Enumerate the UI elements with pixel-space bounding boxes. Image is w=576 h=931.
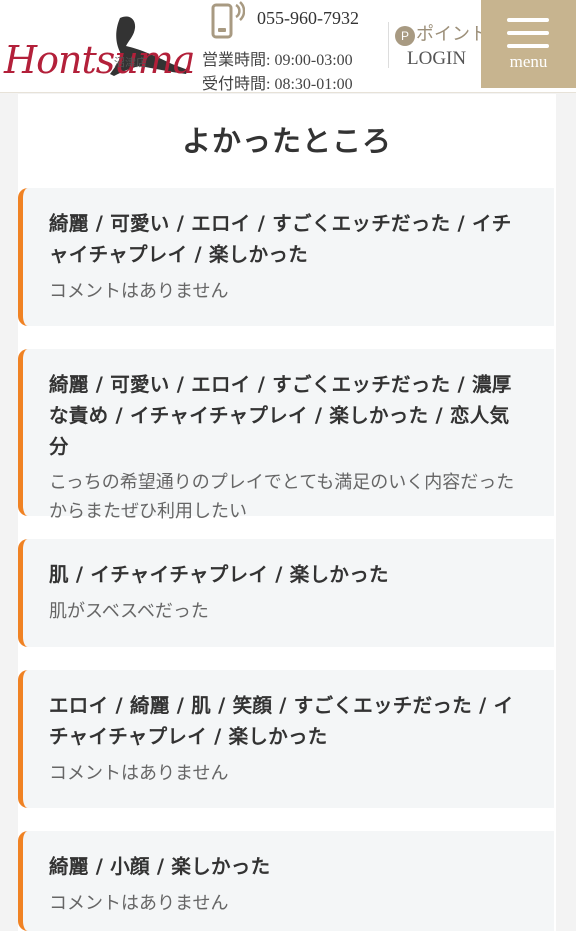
- review-comment: コメントはありません: [49, 763, 229, 784]
- login-button[interactable]: P ポイント LOGIN: [393, 20, 488, 74]
- hamburger-icon-bar: [507, 31, 549, 35]
- reception-hours: 受付時間: 08:30-01:00: [202, 76, 353, 93]
- site-header: Hontsuma 沼津店 055-960-7932 営業時間: 09:00-03…: [0, 0, 576, 93]
- logo-subtitle: 沼津店: [114, 56, 147, 69]
- review-comment: コメントはありません: [49, 893, 229, 914]
- review-card: エロイ / 綺麗 / 肌 / 笑顔 / すごくエッチだった / イチャイチャプレ…: [18, 670, 554, 808]
- review-tags: 綺麗 / 可愛い / エロイ / すごくエッチだった / イチャイチャプレイ /…: [49, 212, 512, 266]
- review-tags: 綺麗 / 可愛い / エロイ / すごくエッチだった / 濃厚な責め / イチャ…: [49, 373, 512, 458]
- menu-button[interactable]: menu: [481, 0, 576, 88]
- review-card: 綺麗 / 可愛い / エロイ / すごくエッチだった / 濃厚な責め / イチャ…: [18, 349, 554, 522]
- hamburger-icon: [507, 18, 549, 22]
- phone-icon[interactable]: [211, 1, 245, 39]
- review-comment: コメントはありません: [49, 281, 229, 302]
- point-icon: P: [395, 25, 415, 46]
- point-text: ポイント: [416, 24, 488, 44]
- review-card: 綺麗 / 小顔 / 楽しかった コメントはありません: [18, 831, 554, 931]
- phone-number[interactable]: 055-960-7932: [257, 8, 359, 29]
- logo-text: Hontsuma: [4, 38, 195, 82]
- review-tags: エロイ / 綺麗 / 肌 / 笑顔 / すごくエッチだった / イチャイチャプレ…: [49, 694, 514, 748]
- header-divider: [388, 22, 389, 68]
- point-label: P ポイント: [395, 20, 488, 46]
- review-comment: 肌がスベスベだった: [49, 601, 209, 622]
- review-tags: 綺麗 / 小顔 / 楽しかった: [49, 855, 271, 878]
- hamburger-icon-bar: [507, 44, 549, 48]
- review-comment: こっちの希望通りのプレイでとても満足のいく内容だったからまたぜひ利用したい: [49, 472, 515, 522]
- menu-label: menu: [509, 52, 548, 71]
- review-card: 綺麗 / 可愛い / エロイ / すごくエッチだった / イチャイチャプレイ /…: [18, 188, 554, 326]
- open-hours: 営業時間: 09:00-03:00: [202, 52, 353, 69]
- good-points-panel: よかったところ 綺麗 / 可愛い / エロイ / すごくエッチだった / イチャ…: [18, 94, 556, 931]
- login-label: LOGIN: [407, 48, 467, 69]
- review-tags: 肌 / イチャイチャプレイ / 楽しかった: [49, 563, 389, 586]
- section-title: よかったところ: [181, 124, 392, 158]
- site-logo[interactable]: Hontsuma 沼津店: [2, 12, 195, 82]
- review-card: 肌 / イチャイチャプレイ / 楽しかった 肌がスベスベだった: [18, 539, 554, 647]
